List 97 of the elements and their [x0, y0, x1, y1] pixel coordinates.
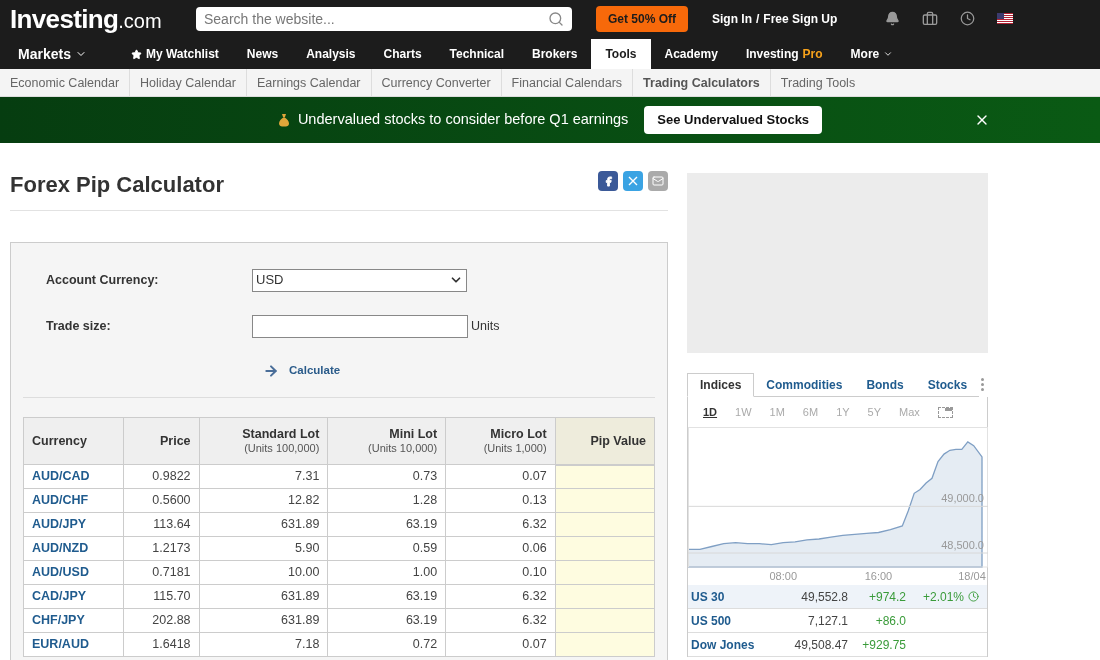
period-tab[interactable]: 1D	[703, 403, 718, 421]
table-cell: 1.6418	[123, 632, 200, 657]
nav-tab[interactable]: Brokers	[518, 39, 592, 69]
table-cell: 0.07	[445, 464, 556, 489]
table-cell: 0.5600	[123, 488, 200, 513]
currency-link[interactable]: AUD/JPY	[23, 512, 124, 537]
nav-tab[interactable]: Markets	[4, 39, 101, 69]
table-cell: 6.32	[445, 584, 556, 609]
separator: /	[756, 10, 760, 28]
search-field[interactable]: Search the website...	[196, 6, 572, 31]
nav-tab[interactable]: News	[232, 39, 293, 69]
table-cell: 0.59	[327, 536, 446, 561]
subnav-link[interactable]: Trading Calculators	[633, 68, 771, 97]
table-cell: 0.10	[445, 560, 556, 585]
table-cell: 0.06	[445, 536, 556, 561]
page-title: Forex Pip Calculator	[10, 171, 224, 199]
table-cell: 1.2173	[123, 536, 200, 561]
table-cell: 0.13	[445, 488, 556, 513]
nav-tab[interactable]: Technical	[435, 39, 519, 69]
table-cell: 6.32	[445, 512, 556, 537]
unit-label: Units	[471, 317, 500, 335]
nav-tab[interactable]: Investing Pro	[731, 39, 837, 69]
market-tab[interactable]: Indices	[687, 373, 755, 397]
quote-change: +929.75	[861, 636, 906, 654]
nav-tab[interactable]: Charts	[369, 39, 436, 69]
table-cell: 63.19	[327, 584, 446, 609]
column-header: Standard Lot (Units 100,000)	[199, 417, 328, 465]
sign-in-link[interactable]: Sign In	[712, 9, 752, 28]
market-tab[interactable]: Stocks	[915, 373, 980, 397]
quote-change: +974.2	[867, 588, 906, 606]
nav-tab[interactable]: Tools	[591, 39, 651, 69]
table-cell: 0.73	[327, 464, 446, 489]
table-cell: 0.72	[327, 632, 446, 657]
subnav-link[interactable]: Holiday Calendar	[130, 68, 247, 97]
table-cell: 115.70	[123, 584, 200, 609]
subnav-link[interactable]: Earnings Calendar	[247, 68, 372, 97]
sign-up-link[interactable]: Free Sign Up	[763, 9, 838, 28]
nav-tab[interactable]: More	[836, 39, 908, 69]
column-header: Mini Lot (Units 10,000)	[327, 417, 446, 465]
table-cell: 1.28	[327, 488, 446, 513]
currency-link[interactable]: AUD/CHF	[23, 488, 124, 513]
column-header: Micro Lot (Units 1,000)	[445, 417, 556, 465]
field-label: Trade size:	[45, 317, 112, 335]
currency-link[interactable]: AUD/USD	[23, 560, 124, 585]
subnav-link[interactable]: Financial Calendars	[501, 68, 634, 97]
table-cell: 631.89	[199, 608, 328, 633]
market-tab[interactable]: Bonds	[854, 373, 916, 397]
currency-link[interactable]: AUD/NZD	[23, 536, 124, 561]
table-cell: 631.89	[199, 584, 328, 609]
banner-button[interactable]: See Undervalued Stocks	[644, 106, 823, 134]
column-header: Price	[123, 417, 200, 465]
currency-link[interactable]: AUD/CAD	[23, 464, 124, 489]
nav-tab[interactable]: My Watchlist	[116, 39, 233, 69]
table-cell: 0.07	[445, 632, 556, 657]
subnav-link[interactable]: Trading Tools	[770, 68, 866, 97]
table-cell: 12.82	[199, 488, 328, 513]
axis-label: 18/04	[958, 570, 986, 582]
axis-label: 16:00	[864, 570, 893, 582]
nav-tab[interactable]: Analysis	[292, 39, 370, 69]
currency-link[interactable]: CHF/JPY	[23, 608, 124, 633]
table-cell: 6.32	[445, 608, 556, 633]
quote-last: 7,127.1	[806, 612, 848, 630]
currency-link[interactable]: CAD/JPY	[23, 584, 124, 609]
quote-name: US 500	[691, 612, 733, 630]
quote-last: 49,508.47	[793, 636, 848, 654]
quote-name: Dow Jones	[691, 636, 756, 654]
subnav-link[interactable]: Currency Converter	[371, 68, 502, 97]
table-cell: 5.90	[199, 536, 328, 561]
field-label: Account Currency:	[45, 271, 160, 289]
quote-name: US 30	[691, 588, 726, 606]
currency-select[interactable]: USD	[252, 268, 467, 292]
table-cell: 1.00	[327, 560, 446, 585]
banner-text: Undervalued stocks to consider before Q1 earnings	[297, 110, 629, 130]
table-cell: 0.9822	[123, 464, 200, 489]
currency-link[interactable]: EUR/AUD	[23, 632, 124, 657]
column-header: Currency	[23, 417, 124, 465]
axis-label: 08:00	[769, 570, 797, 582]
table-cell: 7.18	[199, 632, 328, 657]
quote-change: +86.0	[874, 612, 906, 630]
table-cell: 0.7181	[123, 560, 200, 585]
table-cell: 202.88	[123, 608, 200, 633]
logo[interactable]: Investing.com	[10, 5, 180, 32]
column-header: Pip Value	[555, 417, 655, 465]
quote-row[interactable]: US 30 49,552.8 +974.2 +2.01%	[688, 585, 987, 609]
table-cell: 7.31	[199, 464, 328, 489]
table-cell: 63.19	[327, 512, 446, 537]
nav-tab[interactable]: Academy	[650, 39, 732, 69]
subnav-link[interactable]: Economic Calendar	[0, 68, 131, 97]
quote-last: 49,552.8	[800, 588, 848, 606]
calculate-link[interactable]: Calculate	[263, 362, 341, 380]
market-tab[interactable]: Commodities	[754, 373, 855, 397]
table-cell: 63.19	[327, 608, 446, 633]
table-cell: 10.00	[199, 560, 328, 585]
table-cell: 113.64	[123, 512, 200, 537]
promo-button[interactable]: Get 50% Off	[596, 5, 688, 32]
table-cell: 631.89	[199, 512, 328, 537]
quote-percent: +2.01%	[921, 588, 964, 606]
